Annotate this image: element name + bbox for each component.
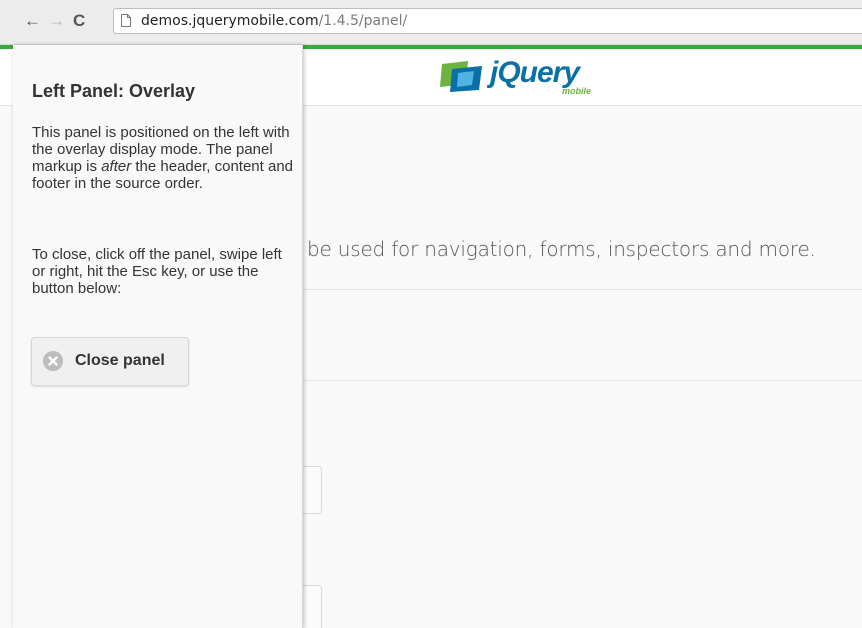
intro-text: be used for navigation, forms, inspector… [307,237,816,261]
section-divider [303,289,862,290]
close-panel-label: Close panel [75,352,165,369]
forward-arrow-icon[interactable]: → [48,11,65,31]
logo-subtitle: mobile [562,86,592,96]
back-arrow-icon[interactable]: ← [24,11,41,31]
address-bar[interactable]: demos.jquerymobile.com/1.4.5/panel/ [113,8,862,34]
page-icon [121,14,131,27]
close-icon [43,351,63,371]
logo-word: jQuery [490,56,580,89]
section-divider [303,380,862,381]
panel-description: This panel is positioned on the left wit… [32,124,294,192]
panel-desc-emphasis: after [101,158,132,175]
reload-icon[interactable]: C [73,11,85,31]
url-text: demos.jquerymobile.com/1.4.5/panel/ [141,13,407,29]
panel-close-instructions: To close, click off the panel, swipe lef… [32,246,282,297]
browser-toolbar: ← → C demos.jquerymobile.com/1.4.5/panel… [0,0,862,45]
url-path: /1.4.5/panel/ [318,13,408,29]
panel-title: Left Panel: Overlay [32,81,196,101]
url-host: demos.jquerymobile.com [141,13,319,29]
jquery-logo-icon [440,61,482,92]
left-overlay-panel: Left Panel: Overlay This panel is positi… [13,45,303,628]
close-panel-button[interactable]: Close panel [31,337,189,386]
